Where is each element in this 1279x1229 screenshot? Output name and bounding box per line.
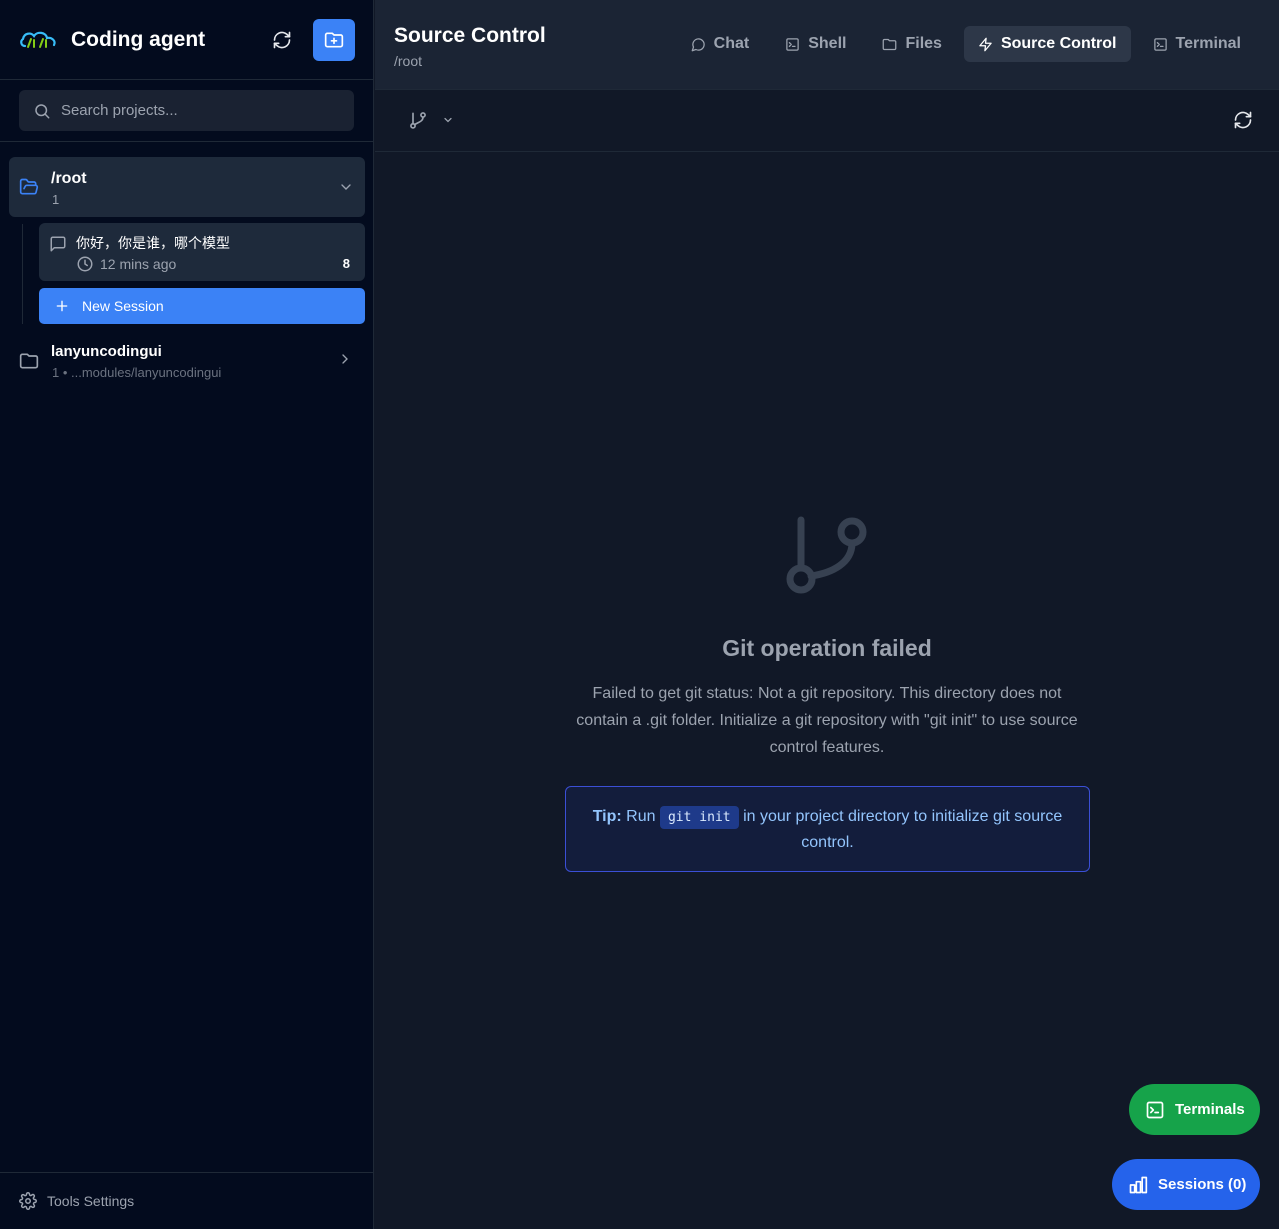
branch-selector[interactable] — [408, 110, 454, 130]
chevron-down-icon[interactable] — [338, 179, 354, 195]
tab-label: Files — [905, 35, 942, 52]
chevron-down-icon — [444, 117, 452, 123]
search-icon — [35, 103, 50, 118]
new-session-label: New Session — [82, 298, 164, 314]
brand-title: Coding agent — [71, 27, 206, 51]
error-state: Git operation failed Failed to get git s… — [565, 515, 1089, 761]
tab-shell[interactable]: Shell — [771, 26, 860, 62]
error-message: Failed to get git status: Not a git repo… — [576, 685, 1078, 756]
project-item-lanyuncodingui[interactable]: lanyuncodingui 1 • ...modules/lanyuncodi… — [9, 335, 365, 385]
terminals-label: Terminals — [1175, 1101, 1245, 1118]
refresh-status-button[interactable] — [1233, 110, 1253, 130]
refresh-icon — [273, 31, 291, 49]
terminal-square-icon — [1146, 1101, 1164, 1118]
tip-label: Tip: — [592, 808, 622, 825]
clock-icon — [76, 255, 94, 273]
tab-label: Terminal — [1175, 35, 1242, 52]
session-title: 你好，你是谁，哪个模型 — [76, 236, 230, 252]
tab-bar: Chat Shell Files Source Control Terminal — [677, 26, 1255, 62]
tab-label: Chat — [713, 35, 750, 52]
git-branch-icon — [786, 515, 868, 597]
chevron-right-icon[interactable] — [337, 351, 353, 367]
sidebar: Coding agent /root 1 — [0, 0, 374, 1229]
sidebar-header: Coding agent — [0, 0, 373, 80]
terminal-square-icon — [786, 37, 799, 51]
refresh-projects-button[interactable] — [266, 24, 298, 56]
session-message-count: 8 — [342, 256, 350, 271]
main-header: Source Control /root Chat Shell Files So… — [375, 0, 1279, 90]
tip-code: git init — [659, 806, 739, 829]
session-item[interactable]: 你好，你是谁，哪个模型 12 mins ago 8 — [39, 223, 365, 281]
tip-box: Tip: Run git init in your project direct… — [565, 786, 1090, 872]
main-panel: Source Control /root Chat Shell Files So… — [375, 0, 1279, 1229]
project-meta: 1 • ...modules/lanyuncodingui — [52, 365, 222, 380]
folder-icon — [19, 351, 39, 371]
project-item-root[interactable]: /root 1 — [9, 157, 365, 217]
sessions-label: Sessions (0) — [1158, 1176, 1247, 1193]
tab-label: Source Control — [1000, 35, 1117, 52]
plus-icon — [56, 300, 68, 312]
project-session-count: 1 — [52, 192, 60, 207]
tab-label: Shell — [808, 35, 847, 52]
source-control-toolbar — [375, 90, 1279, 152]
logo-icon — [19, 28, 57, 52]
tab-files[interactable]: Files — [868, 26, 955, 62]
new-session-button[interactable]: New Session — [39, 288, 365, 324]
search-container — [0, 80, 373, 142]
terminals-button[interactable]: Terminals — [1129, 1084, 1260, 1135]
folder-open-icon — [19, 177, 39, 197]
terminal-square-icon — [1153, 37, 1167, 51]
tools-settings-label: Tools Settings — [47, 1193, 135, 1209]
tip-before: Run — [626, 808, 656, 825]
bar-chart-icon — [1129, 1176, 1148, 1193]
tab-source-control[interactable]: Source Control — [963, 26, 1131, 62]
tools-settings-button[interactable]: Tools Settings — [0, 1172, 374, 1229]
folder-plus-icon — [324, 32, 344, 48]
git-branch-icon — [410, 112, 426, 129]
error-title: Git operation failed — [722, 635, 932, 661]
tab-chat[interactable]: Chat — [677, 26, 764, 62]
session-time: 12 mins ago — [100, 256, 177, 272]
message-square-icon — [49, 235, 67, 253]
lightning-icon — [979, 37, 992, 51]
chat-bubble-icon — [691, 37, 705, 51]
new-project-button[interactable] — [313, 19, 355, 61]
folder-icon — [883, 38, 897, 50]
project-path: /root — [394, 53, 423, 69]
search-input[interactable] — [60, 102, 340, 119]
page-title: Source Control — [394, 24, 546, 47]
project-name: lanyuncodingui — [51, 343, 162, 360]
tab-terminal[interactable]: Terminal — [1139, 26, 1256, 62]
search-box — [19, 90, 354, 131]
refresh-icon — [1234, 111, 1252, 129]
sessions-button[interactable]: Sessions (0) — [1112, 1159, 1260, 1210]
tip-after: in your project directory to initialize … — [743, 808, 1063, 851]
project-name: /root — [51, 170, 87, 187]
gear-icon — [19, 1192, 37, 1210]
tree-line — [22, 224, 23, 324]
